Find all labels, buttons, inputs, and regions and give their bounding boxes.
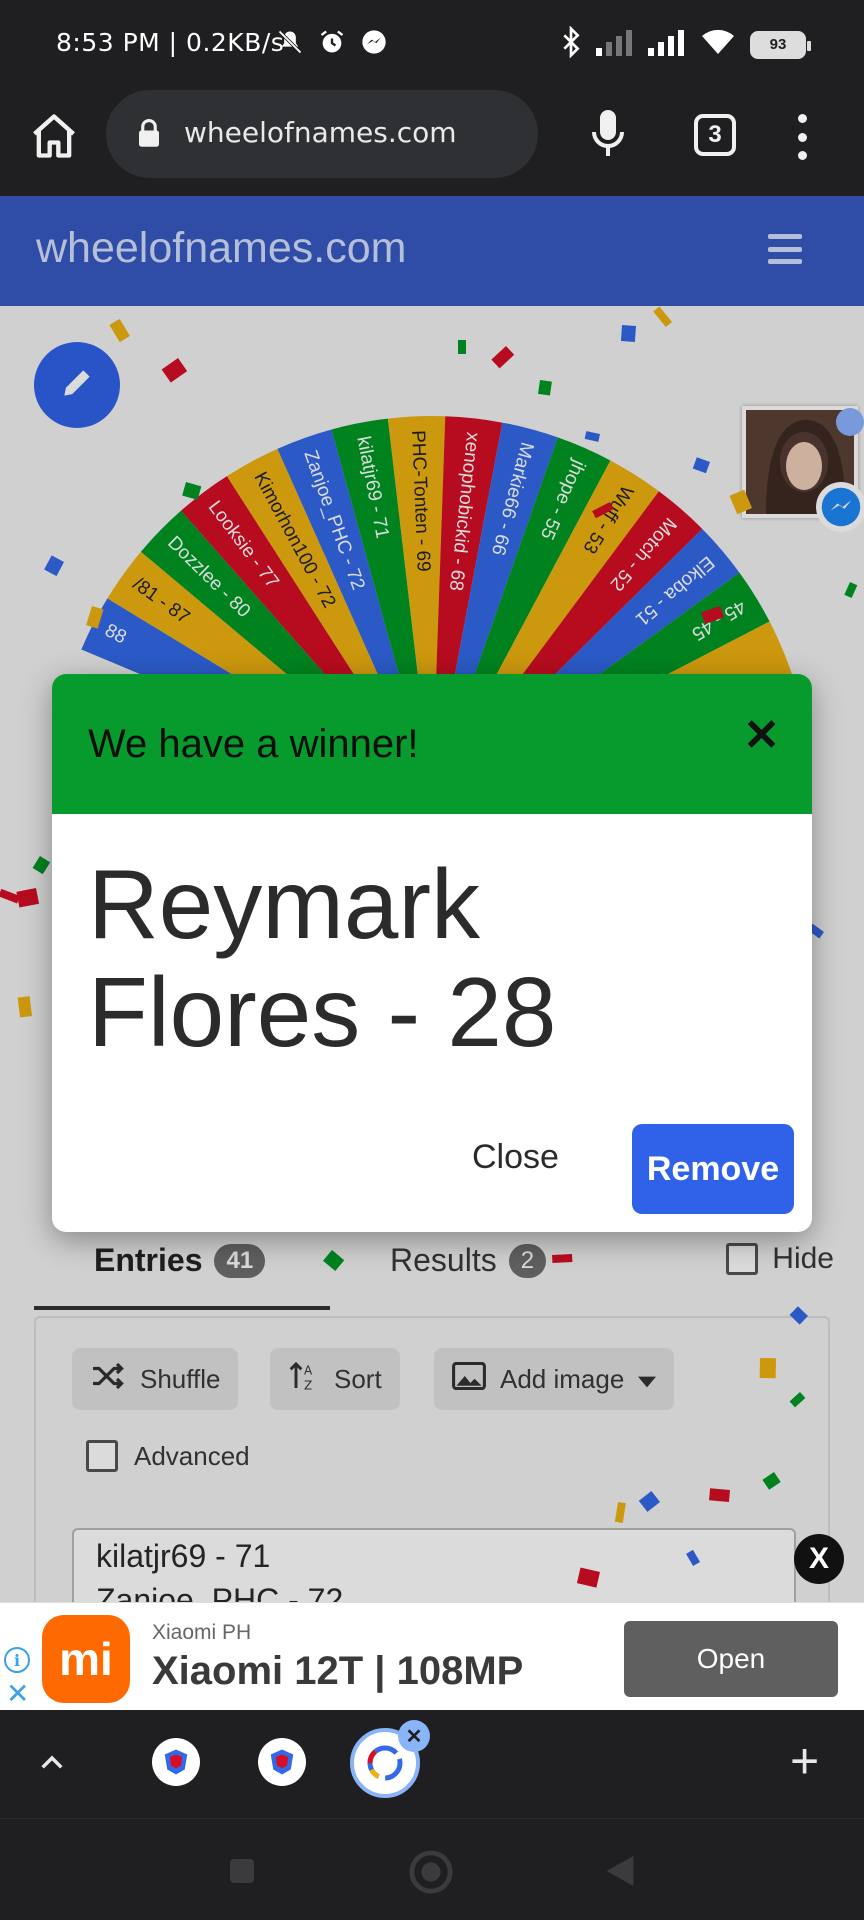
site-header: wheelofnames.com [0, 196, 864, 306]
signal-1-icon [596, 28, 634, 61]
back-nav-button[interactable] [600, 1851, 640, 1896]
winner-dialog-header: We have a winner! ✕ [52, 674, 812, 814]
url-bar[interactable]: wheelofnames.com [106, 90, 538, 178]
home-icon[interactable] [28, 110, 80, 162]
winner-name: Reymark Flores - 28 [88, 850, 788, 1066]
mute-bell-icon [276, 28, 304, 56]
ad-dismiss-button[interactable]: X [794, 1534, 844, 1584]
android-nav-bar [0, 1818, 864, 1920]
ad-close-icon[interactable]: ✕ [6, 1677, 29, 1710]
winner-name-line-1: Reymark [88, 849, 481, 959]
url-text: wheelofnames.com [184, 116, 457, 149]
tab-favicon-2[interactable] [258, 1738, 306, 1786]
overflow-menu-icon[interactable] [786, 114, 818, 160]
bluetooth-icon [560, 25, 582, 63]
messenger-status-icon [360, 28, 388, 56]
alarm-icon [318, 28, 346, 56]
tab-switcher-button[interactable]: 3 [694, 114, 736, 156]
home-nav-button[interactable] [408, 1849, 454, 1900]
chevron-up-icon[interactable] [36, 1746, 68, 1778]
close-button[interactable]: Close [452, 1124, 579, 1191]
battery-icon: 93 [750, 30, 811, 59]
winner-dialog: We have a winner! ✕ Reymark Flores - 28 … [52, 674, 812, 1232]
ad-advertiser: Xiaomi PH [152, 1621, 252, 1644]
recents-button[interactable] [226, 1855, 258, 1892]
ad-info-icon[interactable]: i [4, 1647, 30, 1673]
status-bar: 8:53 PM | 0.2KB/s 93 [0, 0, 864, 90]
new-tab-button[interactable]: + [790, 1732, 819, 1790]
close-icon[interactable]: ✕ [743, 710, 780, 761]
status-notification-icons [276, 28, 388, 56]
ad-open-button[interactable]: Open [624, 1621, 838, 1697]
signal-2-icon [648, 28, 686, 61]
xiaomi-logo: mi [42, 1615, 130, 1703]
winner-dialog-title: We have a winner! [88, 722, 419, 766]
browser-tab-strip: ✕ + [0, 1710, 864, 1818]
status-system-icons: 93 [560, 25, 811, 63]
ad-headline: Xiaomi 12T | 108MP [152, 1649, 524, 1693]
winner-name-line-2: Flores - 28 [88, 957, 557, 1067]
site-logo[interactable]: wheelofnames.com [36, 224, 406, 273]
hamburger-menu-icon[interactable] [768, 234, 802, 264]
tab-favicon-1[interactable] [152, 1738, 200, 1786]
tab-close-icon[interactable]: ✕ [398, 1720, 430, 1752]
status-time: 8:53 PM | 0.2KB/s [56, 28, 285, 57]
browser-toolbar: wheelofnames.com 3 [0, 90, 864, 196]
microphone-icon[interactable] [588, 108, 628, 160]
lock-icon [136, 118, 162, 148]
ad-banner[interactable]: i ✕ mi Xiaomi PH Xiaomi 12T | 108MP Open [0, 1602, 864, 1710]
remove-button[interactable]: Remove [632, 1124, 794, 1214]
wifi-icon [700, 28, 736, 61]
